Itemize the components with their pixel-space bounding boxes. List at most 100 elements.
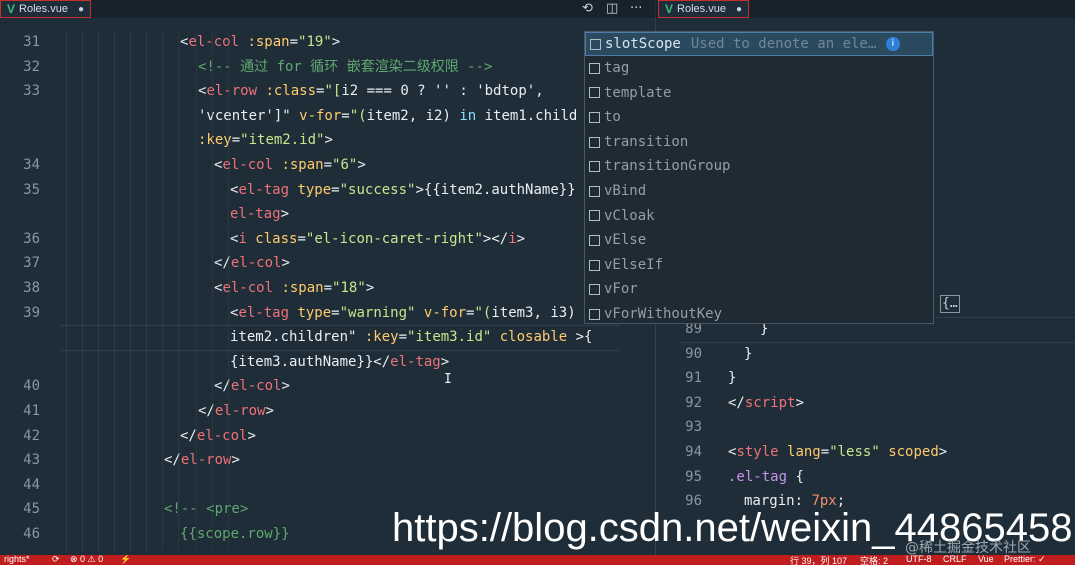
suggestion-item[interactable]: transitionGroup	[585, 154, 933, 179]
code-token: >	[440, 353, 450, 370]
indentation[interactable]: 空格: 2	[860, 555, 888, 565]
vue-file-icon: V	[665, 2, 674, 16]
code-token: el-row	[214, 403, 266, 419]
suggestion-item[interactable]: vElse	[585, 228, 933, 253]
snippet-icon	[589, 111, 600, 123]
code-token: :key	[198, 132, 232, 149]
indent-guide	[82, 30, 83, 550]
code-token: </	[180, 427, 197, 444]
tab-roles-vue-left[interactable]: V Roles.vue ●	[0, 0, 91, 18]
problems-count[interactable]: ⊗ 0 ⚠ 0	[70, 555, 103, 565]
indent-guide	[146, 30, 147, 550]
suggestion-label: tag	[604, 60, 630, 76]
suggestion-label: to	[604, 109, 621, 126]
code-line[interactable]: 93	[656, 415, 1075, 439]
tab-label: Roles.vue	[677, 3, 726, 15]
code-token: =	[331, 181, 340, 198]
suggestion-item[interactable]: slotScope Used to denote an eleme… i	[585, 32, 933, 56]
line-number: 91	[685, 370, 702, 387]
code-token: el-tag	[390, 353, 441, 370]
code-token: >	[938, 444, 948, 460]
folded-region-marker[interactable]: {…	[940, 295, 960, 313]
code-text: :key="item2.id">	[198, 128, 333, 152]
code-text: <el-tag type="warning" v-for="(item3, i3…	[230, 301, 576, 325]
code-token: style	[736, 444, 779, 460]
snippet-icon	[589, 234, 600, 246]
code-token: "[	[324, 83, 342, 100]
code-token: =	[398, 329, 408, 346]
tab-roles-vue-right[interactable]: V Roles.vue ●	[658, 0, 749, 18]
code-token: >	[281, 378, 290, 395]
code-token: v-for	[290, 107, 342, 124]
code-token: =	[289, 34, 299, 50]
suggestion-label: vElseIf	[604, 256, 664, 273]
snippet-icon	[589, 87, 600, 99]
code-token: =	[231, 132, 241, 149]
code-token: script	[744, 394, 796, 411]
code-token: >	[795, 394, 804, 411]
suggestion-label: vCloak	[604, 207, 655, 224]
code-token: "18"	[332, 280, 366, 296]
code-line[interactable]: 94 <style lang="less" scoped>	[656, 440, 1075, 464]
code-token: lang	[778, 444, 821, 460]
code-token: el-col	[230, 255, 282, 272]
git-branch[interactable]: rights*	[4, 555, 30, 564]
code-token: >	[415, 181, 424, 198]
suggestion-item[interactable]: vCloak	[585, 204, 933, 229]
sync-icon[interactable]: ⟳	[52, 555, 60, 565]
suggestion-widget[interactable]: slotScope Used to denote an eleme… i tag tem…	[584, 31, 934, 324]
suggestion-label: vBind	[604, 182, 647, 199]
bolt-icon[interactable]: ⚡	[120, 555, 131, 565]
prettier-status[interactable]: Prettier: ✓	[1004, 555, 1046, 565]
code-line[interactable]: 91}	[656, 366, 1075, 390]
unsaved-dot-icon[interactable]: ●	[78, 4, 84, 15]
info-icon[interactable]: i	[885, 37, 900, 51]
indent-guide	[162, 30, 163, 550]
code-token: el-row	[180, 452, 232, 469]
code-text: el-tag>	[230, 202, 289, 226]
code-line[interactable]: 95 .el-tag {	[656, 465, 1075, 489]
code-token: =	[297, 230, 306, 247]
line-number: 33	[23, 83, 40, 100]
line-number: 44	[23, 476, 40, 493]
suggestion-item[interactable]: vFor	[585, 277, 933, 302]
line-number: 90	[685, 345, 702, 362]
suggestion-item[interactable]: to	[585, 105, 933, 130]
status-bar: rights* ⟳ ⊗ 0 ⚠ 0 ⚡ 行 39，列 107 空格: 2 UTF…	[0, 555, 1075, 565]
code-token: "el-icon-caret-right"	[305, 230, 483, 247]
suggestion-item[interactable]: transition	[585, 130, 933, 155]
code-token: </	[373, 353, 391, 370]
language-mode[interactable]: Vue	[978, 555, 994, 564]
snippet-icon	[589, 62, 600, 74]
line-ending[interactable]: CRLF	[943, 555, 967, 564]
code-token: {	[787, 468, 804, 485]
line-number: 36	[23, 230, 40, 247]
suggestion-item[interactable]: vElseIf	[585, 253, 933, 278]
code-line[interactable]: 92 </script>	[656, 391, 1075, 415]
suggestion-item[interactable]: vBind	[585, 179, 933, 204]
indent-guide	[130, 30, 131, 550]
left-editor[interactable]: 31 <el-col :span="19"> 32 <!-- 通过 for 循环 嵌套…	[0, 18, 655, 555]
cursor-position[interactable]: 行 39，列 107	[790, 555, 847, 565]
text-cursor-icon: I	[444, 372, 452, 387]
code-token: <!-- <pre>	[164, 501, 249, 518]
line-number: 34	[23, 157, 40, 173]
suggestion-item[interactable]: tag	[585, 56, 933, 81]
snippet-icon	[589, 259, 600, 271]
vue-file-icon: V	[7, 2, 16, 16]
compare-changes-icon[interactable]: ⟲	[582, 1, 593, 16]
line-number: 45	[23, 501, 40, 518]
more-actions-icon[interactable]: ···	[630, 1, 642, 16]
code-token: in	[459, 107, 477, 124]
code-token: >	[516, 230, 526, 247]
suggestion-label: transition	[604, 133, 689, 150]
unsaved-dot-icon[interactable]: ●	[736, 4, 742, 15]
encoding[interactable]: UTF-8	[906, 555, 932, 564]
code-token: "19"	[298, 34, 332, 50]
suggestion-item[interactable]: template	[585, 81, 933, 106]
code-line[interactable]: 90}	[656, 342, 1075, 366]
split-editor-icon[interactable]: ◫	[606, 1, 618, 16]
code-token: i	[508, 230, 517, 247]
suggestion-item[interactable]: vForWithoutKey	[585, 302, 933, 327]
code-token: item3, i3)	[491, 304, 576, 321]
